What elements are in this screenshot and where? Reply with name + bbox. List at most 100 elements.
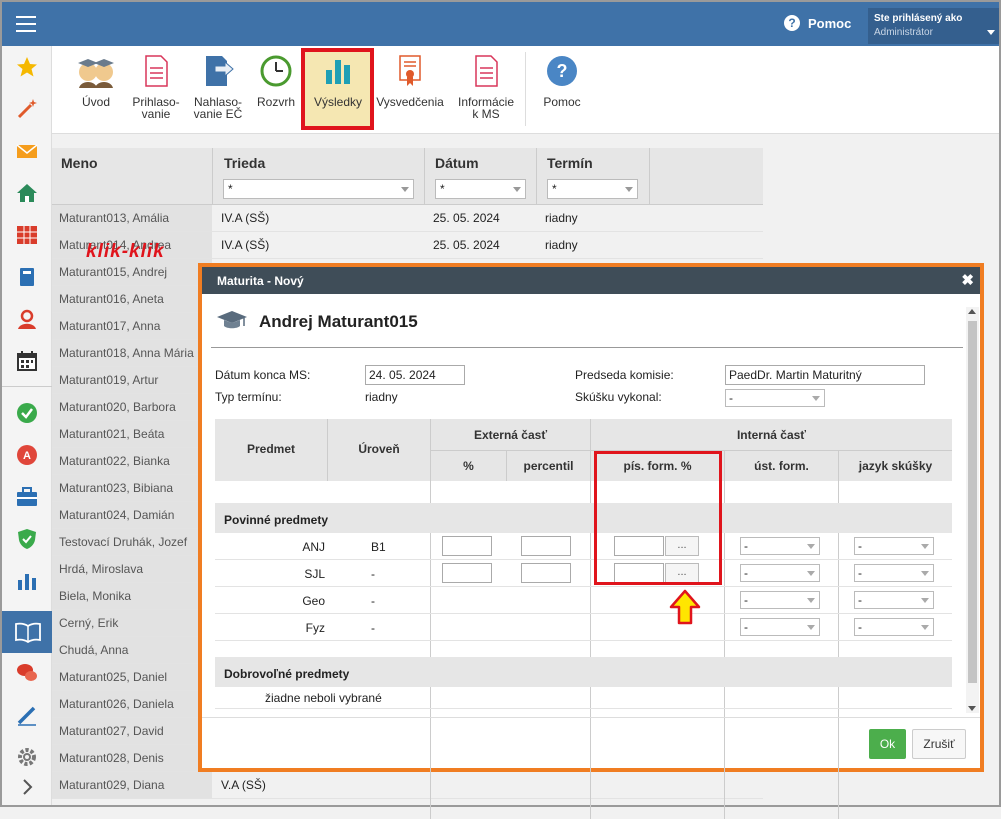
dialog-divider (211, 347, 963, 348)
toolbar-informacie[interactable]: Informácie k MS (454, 54, 518, 120)
select-value: - (858, 620, 862, 634)
cell-class: V.A (SŠ) (221, 778, 266, 792)
dialog-title: Maturita - Nový (217, 274, 304, 288)
clock-icon (260, 55, 292, 87)
cancel-button[interactable]: Zrušiť (912, 729, 966, 759)
document-arrow-icon (206, 56, 234, 86)
sidebar: A (2, 46, 52, 805)
user-icon[interactable] (16, 308, 38, 330)
cell-name: Cerný, Erik (52, 610, 212, 636)
filter-trieda[interactable]: * (223, 179, 414, 199)
sidebar-item-active[interactable] (2, 611, 52, 653)
col-separator (649, 148, 650, 205)
magic-wand-icon[interactable] (16, 98, 38, 120)
chevron-right-icon[interactable] (16, 776, 38, 798)
cell-name: Maturant024, Damián (52, 502, 212, 528)
user-line1: Ste prihlásený ako (874, 13, 963, 24)
calendar-grid-icon[interactable] (16, 224, 38, 246)
home-icon[interactable] (16, 182, 38, 204)
help-link[interactable]: ? Pomoc (784, 15, 851, 31)
ust-form-select[interactable]: - (740, 591, 820, 609)
dialog-scrollbar[interactable] (966, 307, 979, 713)
warning-circle-icon[interactable]: A (16, 444, 38, 466)
col-interna: Interná časť (736, 428, 807, 442)
skusku-select[interactable]: - (725, 389, 825, 407)
gear-icon[interactable] (16, 746, 38, 768)
cell-name: Maturant020, Barbora (52, 394, 212, 420)
predseda-input[interactable]: PaedDr. Martin Maturitný (725, 365, 925, 385)
table-row[interactable]: Maturant013, Amália IV.A (SŠ) 25. 05. 2024… (52, 205, 763, 232)
user-menu[interactable]: Ste prihlásený ako Administrátor (868, 8, 999, 44)
students-icon (78, 59, 114, 88)
help-icon: ? (784, 15, 800, 31)
col-ust-form: úst. form. (754, 459, 809, 473)
cell-name: Maturant025, Daniel (52, 664, 212, 690)
footer-divider (202, 717, 980, 718)
cell-date: 25. 05. 2024 (433, 211, 500, 225)
notebook-icon[interactable] (16, 266, 38, 288)
col-meno[interactable]: Meno (61, 155, 98, 171)
filter-datum[interactable]: * (435, 179, 526, 199)
ust-form-select[interactable]: - (740, 564, 820, 582)
student-name: Andrej Maturant015 (259, 312, 418, 331)
schedule-icon[interactable] (16, 350, 38, 372)
chat-icon[interactable] (16, 662, 38, 684)
dialog-titlebar: Maturita - Nový ✖ (202, 267, 980, 294)
bar-chart-icon[interactable] (16, 570, 38, 592)
ok-button[interactable]: Ok (869, 729, 906, 759)
ust-form-select[interactable]: - (740, 537, 820, 555)
col-datum[interactable]: Dátum (435, 155, 479, 171)
star-icon[interactable] (16, 56, 38, 78)
filter-value: * (552, 182, 557, 196)
cell-name: Maturant016, Aneta (52, 286, 212, 312)
hamburger-menu-icon[interactable] (16, 16, 36, 32)
jazyk-select[interactable]: - (854, 618, 934, 636)
user-line2: Administrátor (874, 27, 933, 38)
ext-percentil-input[interactable] (521, 563, 571, 583)
cell-name: Maturant029, Diana (52, 772, 212, 798)
ext-percent-input[interactable] (442, 563, 492, 583)
col-percent: % (463, 459, 474, 473)
col-termin[interactable]: Termín (547, 155, 593, 171)
arrow-up-icon (669, 589, 701, 625)
col-uroven: Úroveň (358, 442, 400, 456)
ust-form-select[interactable]: - (740, 618, 820, 636)
predseda-label: Predseda komisie: (575, 368, 674, 382)
cell-name: Maturant026, Daniela (52, 691, 212, 717)
col-trieda[interactable]: Trieda (224, 155, 265, 171)
toolbar-pomoc[interactable]: ? Pomoc (538, 54, 586, 108)
toolbar-vysledky[interactable]: Výsledky (307, 54, 369, 108)
ext-percentil-input[interactable] (521, 536, 571, 556)
toolbar-label: Výsledky (313, 95, 363, 109)
toolbar-nahlasovanie[interactable]: Nahlaso- vanie EČ (190, 54, 246, 120)
col-line (506, 450, 507, 481)
jazyk-select[interactable]: - (854, 591, 934, 609)
cell-date: 25. 05. 2024 (433, 238, 500, 252)
table-row[interactable]: Maturant029, Diana V.A (SŠ) (52, 772, 763, 799)
check-circle-icon[interactable] (16, 402, 38, 424)
pis-form-highlight (594, 451, 722, 585)
pen-icon[interactable] (16, 704, 38, 726)
filter-termin[interactable]: * (547, 179, 638, 199)
subject-row: ANJ B1... - - (215, 533, 952, 560)
cell-class: IV.A (SŠ) (221, 238, 270, 252)
ext-percent-input[interactable] (442, 536, 492, 556)
mail-icon[interactable] (16, 140, 38, 162)
cell-term: riadny (545, 238, 578, 252)
graduation-cap-icon (217, 311, 247, 329)
cell-name: Maturant019, Artur (52, 367, 212, 393)
chevron-down-icon (987, 30, 995, 35)
toolbar-rozvrh[interactable]: Rozvrh (254, 54, 298, 108)
datum-konca-input[interactable]: 24. 05. 2024 (365, 365, 465, 385)
close-icon[interactable]: ✖ (961, 271, 974, 289)
toolbar-label: Pomoc (543, 95, 581, 109)
jazyk-select[interactable]: - (854, 537, 934, 555)
col-predmet: Predmet (246, 442, 296, 456)
jazyk-select[interactable]: - (854, 564, 934, 582)
toolbar-vysvedcenia[interactable]: Vysvedčenia (375, 54, 445, 108)
shield-check-icon[interactable] (16, 528, 38, 550)
briefcase-icon[interactable] (16, 486, 38, 508)
toolbar-uvod[interactable]: Úvod (72, 54, 120, 108)
toolbar-prihlasovanie[interactable]: Prihlaso- vanie (130, 54, 182, 120)
col-jazyk: jazyk skúšky (858, 459, 933, 473)
